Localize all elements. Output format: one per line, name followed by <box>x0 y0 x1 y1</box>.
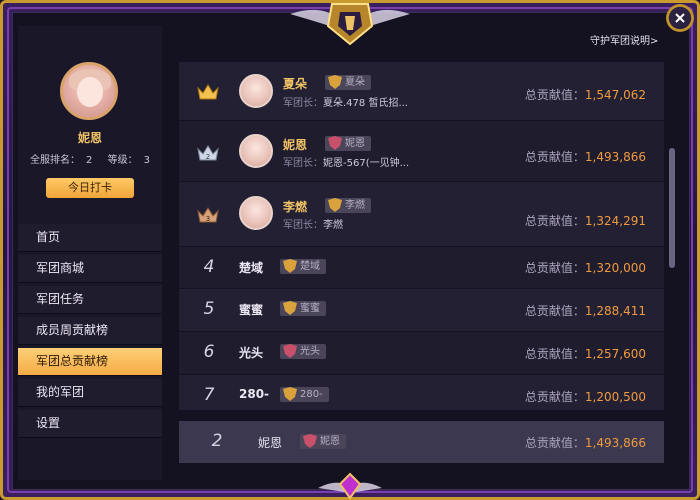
ranking-row[interactable]: 4 楚域 楚域 总贡献值：1,320,000 <box>179 247 664 289</box>
legion-badge: 光头 <box>280 344 326 359</box>
contribution-value: 总贡献值：1,324,291 <box>524 214 646 228</box>
ranking-list: 夏朵 夏朵 军团长：夏朵.478 皙氏招... 总贡献值：1,547,062 2… <box>179 62 664 410</box>
avatar <box>60 62 118 120</box>
svg-text:2: 2 <box>206 153 210 161</box>
avatar <box>239 74 273 108</box>
contribution-value: 总贡献值：1,320,000 <box>524 261 646 275</box>
legion-shield-icon <box>328 75 342 89</box>
rank-number: 2 <box>211 431 223 451</box>
contribution-value: 总贡献值：1,200,500 <box>524 390 646 404</box>
legion-shield-icon <box>283 344 297 358</box>
sidebar-item-home[interactable]: 首页 <box>18 224 162 252</box>
legion-leader: 军团长：夏朵.478 皙氏招... <box>283 98 408 109</box>
avatar <box>239 196 273 230</box>
sidebar: 妮恩 全服排名： 2 等级： 3 今日打卡 首页 军团商城 军团任务 成员周贡献榜 … <box>18 26 162 480</box>
legion-name: 妮恩 <box>258 436 283 450</box>
ranking-row[interactable]: 7 280- 280- 总贡献值：1,200,500 <box>179 375 664 410</box>
rank-number: 4 <box>203 257 215 277</box>
sidebar-item-shop[interactable]: 军团商城 <box>18 255 162 283</box>
legion-leader: 军团长：妮恩-567(一见钟... <box>283 158 410 169</box>
sidebar-item-tasks[interactable]: 军团任务 <box>18 286 162 314</box>
gold-crown-icon <box>197 84 219 100</box>
legion-name: 夏朵 <box>283 77 308 91</box>
contribution-value: 总贡献值：1,257,600 <box>524 347 646 361</box>
my-legion-row: 2 妮恩 妮恩 总贡献值：1,493,866 <box>179 421 664 463</box>
ranking-row[interactable]: 6 光头 光头 总贡献值：1,257,600 <box>179 332 664 375</box>
profile-stats: 全服排名： 2 等级： 3 <box>30 155 150 166</box>
legion-name: 光头 <box>239 346 264 360</box>
avatar <box>239 134 273 168</box>
legion-badge: 妮恩 <box>300 434 346 449</box>
silver-crown-icon: 2 <box>197 145 219 161</box>
sidebar-item-my-legion[interactable]: 我的军团 <box>18 379 162 407</box>
ranking-row[interactable]: 3 李燃 李燃 军团长：李燃 总贡献值：1,324,291 <box>179 182 664 247</box>
legion-shield-icon <box>283 301 297 315</box>
close-button[interactable] <box>666 4 694 32</box>
contribution-value: 总贡献值：1,547,062 <box>524 88 646 102</box>
profile-card: 妮恩 全服排名： 2 等级： 3 今日打卡 <box>18 26 162 216</box>
close-icon <box>675 13 685 23</box>
contribution-value: 总贡献值：1,493,866 <box>524 150 646 164</box>
legion-shield-icon <box>328 136 342 150</box>
contribution-value: 总贡献值：1,288,411 <box>524 304 646 318</box>
legion-name: 蜜蜜 <box>239 303 264 317</box>
legion-name: 280- <box>239 387 270 401</box>
rank-number: 7 <box>203 385 215 405</box>
checkin-button[interactable]: 今日打卡 <box>46 178 134 198</box>
sidebar-item-settings[interactable]: 设置 <box>18 410 162 438</box>
scrollbar-thumb[interactable] <box>669 148 675 268</box>
rank-number: 5 <box>203 299 215 319</box>
ranking-row[interactable]: 5 蜜蜜 蜜蜜 总贡献值：1,288,411 <box>179 289 664 332</box>
bronze-crown-icon: 3 <box>197 207 219 223</box>
legion-badge: 夏朵 <box>325 75 371 90</box>
legion-help-link[interactable]: 守护军团说明> <box>590 32 658 47</box>
sidebar-item-weekly-ranking[interactable]: 成员周贡献榜 <box>18 317 162 345</box>
legion-name: 妮恩 <box>283 138 308 152</box>
sidebar-item-total-ranking[interactable]: 军团总贡献榜 <box>18 348 162 376</box>
svg-text:3: 3 <box>206 215 210 223</box>
ranking-scrollbar[interactable] <box>668 62 676 410</box>
rank-number: 6 <box>203 342 215 362</box>
legion-shield-icon <box>283 387 297 401</box>
profile-name: 妮恩 <box>77 131 102 145</box>
legion-shield-icon <box>328 198 342 212</box>
sidebar-menu: 首页 军团商城 军团任务 成员周贡献榜 军团总贡献榜 我的军团 设置 <box>18 224 162 441</box>
gem-ornament-icon <box>318 472 382 500</box>
legion-shield-icon <box>283 259 297 273</box>
contribution-value: 总贡献值：1,493,866 <box>524 436 646 450</box>
legion-leader: 军团长：李燃 <box>283 220 343 231</box>
ranking-row[interactable]: 2 妮恩 妮恩 军团长：妮恩-567(一见钟... 总贡献值：1,493,866 <box>179 121 664 182</box>
legion-badge: 楚域 <box>280 259 326 274</box>
ranking-row[interactable]: 夏朵 夏朵 军团长：夏朵.478 皙氏招... 总贡献值：1,547,062 <box>179 62 664 121</box>
legion-badge: 280- <box>280 387 329 402</box>
legion-crest-icon <box>290 3 410 46</box>
legion-name: 楚域 <box>239 261 264 275</box>
legion-badge: 妮恩 <box>325 136 371 151</box>
legion-shield-icon <box>303 434 317 448</box>
legion-name: 李燃 <box>283 200 308 214</box>
legion-badge: 李燃 <box>325 198 371 213</box>
legion-badge: 蜜蜜 <box>280 301 326 316</box>
